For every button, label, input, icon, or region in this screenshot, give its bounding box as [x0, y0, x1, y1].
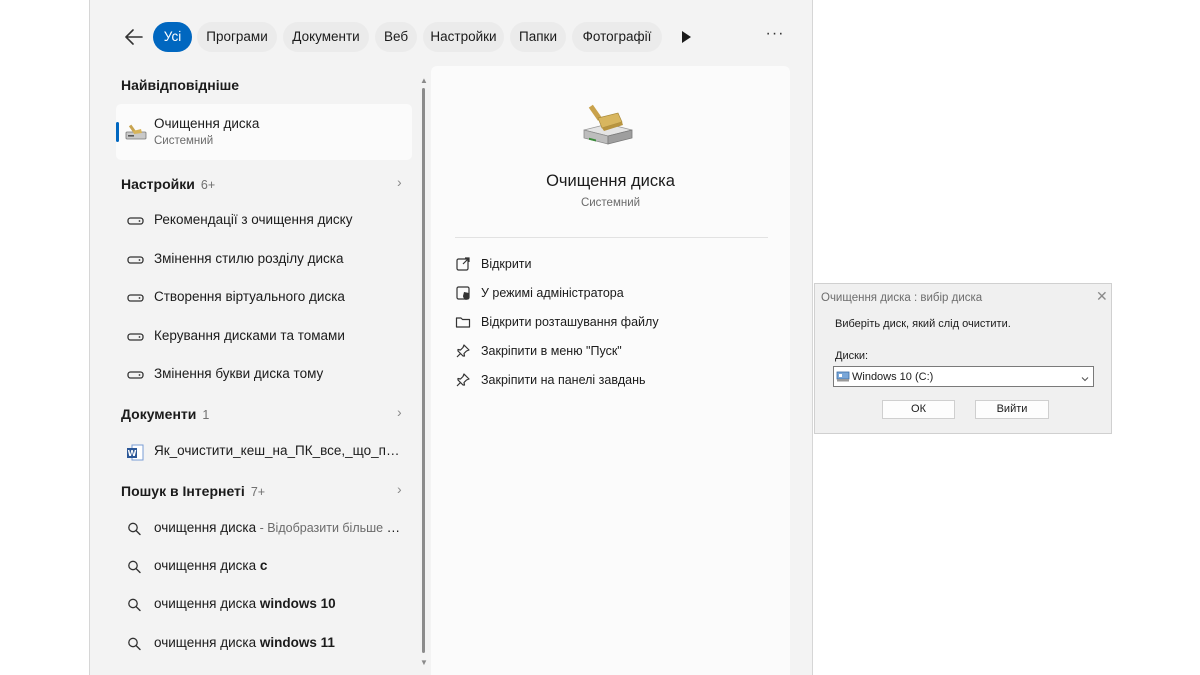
web-count: 7+ — [250, 485, 266, 499]
filter-photos[interactable]: Фотографії — [572, 22, 662, 52]
search-icon — [126, 636, 146, 652]
detail-pane: Очищення диска Системний Відкрити У режи… — [431, 66, 790, 675]
settings-item[interactable]: Змінення букви диска тому — [126, 363, 406, 387]
more-dots-icon[interactable]: ··· — [764, 26, 786, 48]
folder-icon — [455, 314, 471, 330]
web-search-item[interactable]: очищення диска - Відобразити більше резу… — [126, 517, 406, 541]
search-icon — [126, 597, 146, 613]
drive-icon — [126, 290, 146, 306]
admin-shield-icon — [455, 285, 471, 301]
web-search-item[interactable]: очищення диска windows 10 — [126, 593, 406, 617]
dialog-title: Очищення диска : вибір диска — [821, 292, 983, 304]
ok-button[interactable]: ОК — [882, 400, 955, 419]
disk-cleanup-icon — [124, 123, 148, 143]
web-search-label: очищення диска windows 11 — [154, 635, 335, 650]
settings-item-label: Змінення стилю розділу диска — [154, 251, 344, 266]
document-item-label: Як_очистити_кеш_на_ПК_все,_що_потрібно_з… — [154, 443, 404, 458]
disk-cleanup-icon — [578, 102, 638, 150]
web-search-label: очищення диска c — [154, 558, 268, 573]
back-arrow-icon[interactable] — [122, 26, 146, 48]
pin-icon — [455, 372, 471, 388]
action-run-as-admin[interactable]: У режимі адміністратора — [455, 283, 755, 305]
filter-bar: Усі Програми Документи Веб Настройки Пап… — [90, 20, 812, 54]
scrollbar-thumb[interactable] — [422, 88, 425, 653]
divider — [455, 237, 768, 238]
chevron-right-icon[interactable]: › — [397, 174, 402, 190]
filter-all[interactable]: Усі — [153, 22, 192, 52]
settings-item-label: Рекомендації з очищення диску — [154, 212, 353, 227]
dialog-message: Виберіть диск, який слід очистити. — [835, 318, 1011, 330]
search-icon — [126, 521, 146, 537]
web-search-item[interactable]: очищення диска windows 11 — [126, 632, 406, 656]
drives-label: Диски: — [835, 350, 869, 362]
web-search-label: очищення диска windows 10 — [154, 596, 336, 611]
settings-item-label: Керування дисками та томами — [154, 328, 345, 343]
action-label: Закріпити в меню "Пуск" — [481, 344, 622, 358]
filter-folders[interactable]: Папки — [510, 22, 566, 52]
action-pin-to-taskbar[interactable]: Закріпити на панелі завдань — [455, 370, 755, 392]
action-label: Закріпити на панелі завдань — [481, 373, 646, 387]
document-item[interactable]: W Як_очистити_кеш_на_ПК_все,_що_потрібно… — [126, 440, 406, 464]
chevron-down-icon — [1080, 371, 1090, 382]
filter-settings[interactable]: Настройки — [423, 22, 504, 52]
desktop: Усі Програми Документи Веб Настройки Пап… — [0, 0, 1200, 675]
detail-subtitle: Системний — [580, 197, 641, 209]
best-match-card[interactable]: Очищення диска Системний — [116, 104, 412, 160]
settings-item-label: Змінення букви диска тому — [154, 366, 324, 381]
play-triangle-icon[interactable] — [678, 28, 694, 46]
web-search-item[interactable]: очищення диска c — [126, 555, 406, 579]
drive-icon — [126, 329, 146, 345]
web-search-label: очищення диска - Відобразити більше резу… — [154, 520, 404, 535]
search-icon — [126, 559, 146, 575]
action-label: Відкрити розташування файлу — [481, 315, 659, 329]
settings-count: 6+ — [200, 178, 216, 192]
search-panel: Усі Програми Документи Веб Настройки Пап… — [89, 0, 813, 675]
selection-indicator — [116, 122, 119, 142]
scroll-up-arrow-icon[interactable]: ▲ — [420, 76, 428, 85]
drive-dropdown[interactable]: Windows 10 (C:) — [833, 366, 1094, 387]
action-open-file-location[interactable]: Відкрити розташування файлу — [455, 312, 755, 334]
drive-dropdown-value: Windows 10 (C:) — [852, 371, 934, 383]
filter-documents[interactable]: Документи — [283, 22, 369, 52]
filter-apps[interactable]: Програми — [197, 22, 277, 52]
open-external-icon — [455, 256, 471, 272]
chevron-right-icon[interactable]: › — [397, 404, 402, 420]
disk-selection-dialog: Очищення диска : вибір диска ✕ Виберіть … — [814, 283, 1112, 434]
word-document-icon: W — [126, 444, 146, 461]
scroll-down-arrow-icon[interactable]: ▼ — [420, 658, 428, 667]
documents-count: 1 — [202, 408, 210, 422]
filter-web[interactable]: Веб — [375, 22, 417, 52]
drive-icon — [126, 252, 146, 268]
action-label: У режимі адміністратора — [481, 286, 624, 300]
settings-item[interactable]: Керування дисками та томами — [126, 325, 406, 349]
detail-title: Очищення диска — [546, 172, 675, 190]
best-match-heading: Найвідповідніше — [121, 77, 240, 93]
pin-icon — [455, 343, 471, 359]
settings-item[interactable]: Створення віртуального диска — [126, 286, 406, 310]
settings-item[interactable]: Змінення стилю розділу диска — [126, 248, 406, 272]
documents-section-heading[interactable]: Документи 1 — [121, 406, 209, 422]
action-pin-to-start[interactable]: Закріпити в меню "Пуск" — [455, 341, 755, 363]
action-label: Відкрити — [481, 257, 532, 271]
close-icon[interactable]: ✕ — [1096, 288, 1108, 305]
settings-section-heading[interactable]: Настройки 6+ — [121, 176, 215, 192]
exit-button[interactable]: Вийти — [975, 400, 1049, 419]
drive-icon — [126, 367, 146, 383]
best-match-title: Очищення диска — [154, 116, 260, 131]
settings-item[interactable]: Рекомендації з очищення диску — [126, 209, 406, 233]
best-match-subtitle: Системний — [154, 135, 214, 147]
results-list: Найвідповідніше Очищення диска Системний… — [90, 66, 430, 675]
chevron-right-icon[interactable]: › — [397, 481, 402, 497]
web-section-heading[interactable]: Пошук в Інтернеті 7+ — [121, 483, 265, 499]
svg-text:W: W — [128, 449, 137, 458]
settings-item-label: Створення віртуального диска — [154, 289, 345, 304]
drive-icon — [126, 213, 146, 229]
action-open[interactable]: Відкрити — [455, 254, 755, 276]
drive-icon — [836, 370, 850, 383]
